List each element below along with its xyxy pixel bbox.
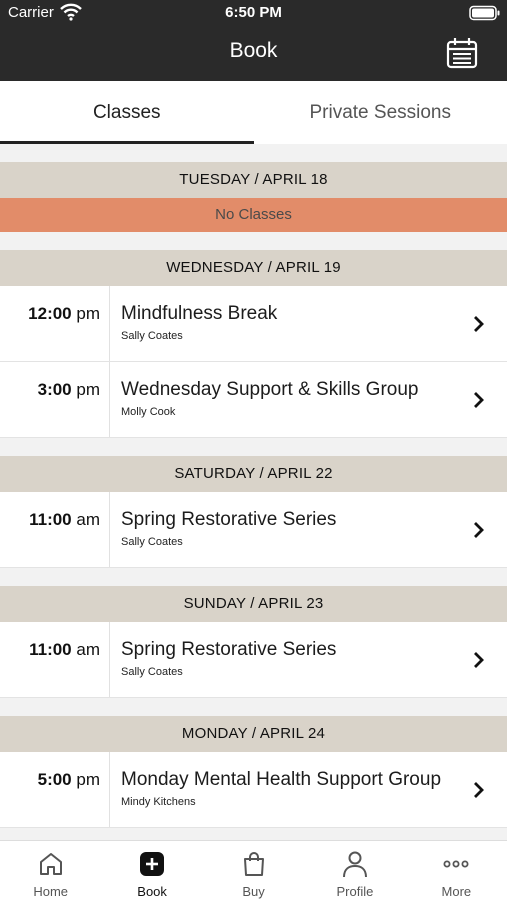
class-row[interactable]: 5:00 pm Monday Mental Health Support Gro…: [0, 752, 507, 828]
class-time: 11:00 am: [29, 640, 100, 659]
chevron-right-icon: [474, 522, 484, 538]
row-divider: [109, 622, 110, 697]
tabbar-book[interactable]: Book: [101, 841, 202, 900]
day-section: SATURDAY / APRIL 22 11:00 am Spring Rest…: [0, 456, 507, 568]
day-header: TUESDAY / APRIL 18: [0, 162, 507, 198]
class-teacher: Molly Cook: [121, 406, 176, 418]
class-time: 12:00 pm: [28, 304, 100, 323]
row-divider: [109, 492, 110, 567]
header: Carrier 6:50 PM Book: [0, 0, 507, 81]
class-time: 5:00 pm: [37, 770, 100, 789]
class-teacher: Sally Coates: [121, 536, 183, 548]
class-teacher: Sally Coates: [121, 666, 183, 678]
row-divider: [109, 752, 110, 827]
tabbar-label: More: [441, 884, 472, 899]
tab-classes[interactable]: Classes: [0, 81, 254, 144]
calendar-icon[interactable]: [445, 36, 479, 70]
tabbar-label: Home: [33, 884, 69, 899]
class-row[interactable]: 12:00 pm Mindfulness Break Sally Coates: [0, 286, 507, 362]
tabbar-profile[interactable]: Profile: [304, 841, 405, 900]
class-row[interactable]: 11:00 am Spring Restorative Series Sally…: [0, 622, 507, 698]
class-name: Spring Restorative Series: [121, 639, 337, 660]
class-teacher: Sally Coates: [121, 330, 183, 342]
day-header: SATURDAY / APRIL 22: [0, 456, 507, 492]
tab-private-sessions[interactable]: Private Sessions: [254, 81, 507, 144]
class-teacher: Mindy Kitchens: [121, 796, 196, 808]
class-name: Mindfulness Break: [121, 303, 278, 324]
class-row[interactable]: 3:00 pm Wednesday Support & Skills Group…: [0, 362, 507, 438]
class-row[interactable]: 11:00 am Spring Restorative Series Sally…: [0, 492, 507, 568]
app: Carrier 6:50 PM Book Classes Private Ses…: [0, 0, 507, 900]
class-name: Spring Restorative Series: [121, 509, 337, 530]
more-icon: [443, 860, 469, 868]
day-section: MONDAY / APRIL 24 5:00 pm Monday Mental …: [0, 716, 507, 828]
person-icon: [342, 851, 367, 878]
page-title: Book: [229, 39, 278, 62]
tabbar-label: Buy: [242, 884, 265, 899]
plus-icon: [140, 852, 165, 876]
home-icon: [39, 853, 62, 875]
day-section: SUNDAY / APRIL 23 11:00 am Spring Restor…: [0, 586, 507, 698]
row-divider: [109, 362, 110, 437]
tabbar-label: Book: [137, 884, 167, 899]
class-time: 3:00 pm: [37, 380, 100, 399]
battery-icon: [469, 5, 500, 21]
chevron-right-icon: [474, 782, 484, 798]
status-bar: Carrier 6:50 PM: [0, 0, 507, 26]
tabbar-label: Profile: [336, 884, 374, 899]
status-time: 6:50 PM: [225, 4, 282, 21]
bag-icon: [243, 852, 264, 876]
segment-tabs: Classes Private Sessions: [0, 81, 507, 144]
tabbar-buy[interactable]: Buy: [203, 841, 304, 900]
class-time: 11:00 am: [29, 510, 100, 529]
day-header: SUNDAY / APRIL 23: [0, 586, 507, 622]
day-header: WEDNESDAY / APRIL 19: [0, 250, 507, 286]
day-section: WEDNESDAY / APRIL 19 12:00 pm Mindfulnes…: [0, 250, 507, 438]
day-section: TUESDAY / APRIL 18 No Classes: [0, 162, 507, 232]
class-list[interactable]: TUESDAY / APRIL 18 No Classes WEDNESDAY …: [0, 144, 507, 840]
chevron-right-icon: [474, 392, 484, 408]
bottom-tab-bar: Home Book Buy Profile More: [0, 840, 507, 900]
no-classes-banner: No Classes: [0, 198, 507, 232]
tabbar-more[interactable]: More: [406, 841, 507, 900]
chevron-right-icon: [474, 652, 484, 668]
tabbar-home[interactable]: Home: [0, 841, 101, 900]
row-divider: [109, 286, 110, 361]
day-header: MONDAY / APRIL 24: [0, 716, 507, 752]
class-name: Monday Mental Health Support Group: [121, 769, 442, 790]
class-name: Wednesday Support & Skills Group: [121, 379, 419, 400]
chevron-right-icon: [474, 316, 484, 332]
